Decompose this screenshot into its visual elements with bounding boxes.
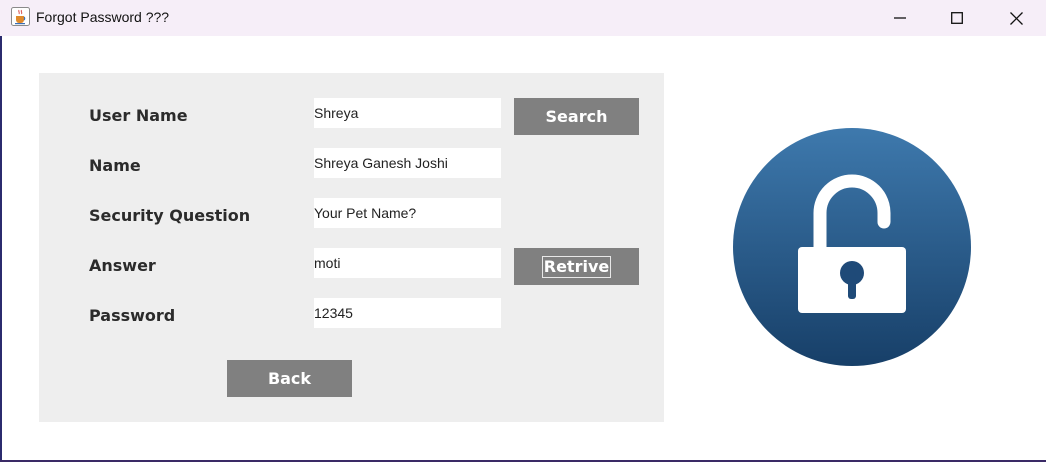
search-button[interactable]: Search — [514, 98, 639, 135]
minimize-icon — [894, 17, 906, 19]
answer-value: moti — [314, 255, 341, 271]
name-label: Name — [89, 156, 141, 175]
name-value: Shreya Ganesh Joshi — [314, 155, 448, 171]
password-field[interactable]: 12345 — [314, 298, 501, 328]
security-question-field[interactable]: Your Pet Name? — [314, 198, 501, 228]
retrive-button[interactable]: Retrive — [514, 248, 639, 285]
back-button[interactable]: Back — [227, 360, 352, 397]
minimize-button[interactable] — [871, 0, 929, 36]
window-title: Forgot Password ??? — [36, 9, 170, 25]
password-label: Password — [89, 306, 176, 325]
name-field[interactable]: Shreya Ganesh Joshi — [314, 148, 501, 178]
form-panel: User Name Shreya Search Name Shreya Gane… — [39, 73, 664, 422]
security-question-value: Your Pet Name? — [314, 205, 417, 221]
password-value: 12345 — [314, 305, 353, 321]
answer-label: Answer — [89, 256, 156, 275]
back-button-label: Back — [267, 369, 312, 388]
maximize-icon — [951, 12, 963, 24]
close-icon — [1009, 11, 1023, 25]
security-question-label: Security Question — [89, 206, 251, 225]
answer-field[interactable]: moti — [314, 248, 501, 278]
user-name-field[interactable]: Shreya — [314, 98, 501, 128]
search-button-label: Search — [545, 107, 608, 126]
maximize-button[interactable] — [928, 0, 986, 36]
close-button[interactable] — [987, 0, 1045, 36]
java-cup-icon — [11, 7, 30, 26]
window-border-left — [0, 36, 2, 462]
user-name-label: User Name — [89, 106, 188, 125]
unlocked-padlock-icon — [733, 128, 971, 366]
retrive-button-label: Retrive — [541, 255, 612, 278]
user-name-value: Shreya — [314, 105, 359, 121]
title-bar: Forgot Password ??? — [0, 0, 1046, 36]
